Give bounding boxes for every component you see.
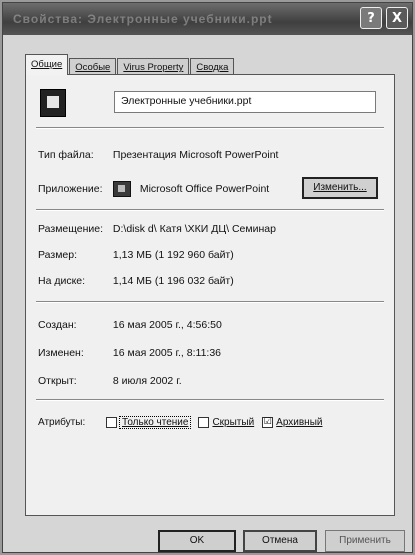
- application-label: Приложение:: [38, 182, 103, 195]
- powerpoint-app-icon: [112, 181, 131, 197]
- close-button[interactable]: X: [386, 7, 408, 29]
- window-title: Свойства: Электронные учебники.ppt: [13, 12, 273, 26]
- location-label: Размещение:: [38, 223, 104, 235]
- application-value: Microsoft Office PowerPoint: [139, 182, 270, 195]
- opened-label: Открыт:: [38, 375, 77, 387]
- tab-strip: Общие Особые Virus Property Сводка: [25, 53, 235, 75]
- change-button[interactable]: Изменить...: [302, 177, 378, 199]
- help-icon: ?: [367, 10, 375, 26]
- tab-general[interactable]: Общие: [25, 54, 69, 75]
- size-on-disk-label: На диске:: [38, 275, 86, 287]
- apply-button[interactable]: Применить: [325, 530, 405, 552]
- separator: [36, 399, 384, 401]
- archive-checkbox[interactable]: ☑ Архивный: [262, 417, 322, 428]
- separator: [36, 127, 384, 129]
- cancel-button[interactable]: Отмена: [243, 530, 317, 552]
- hidden-checkbox-box[interactable]: [198, 417, 210, 428]
- dialog-footer: OK Отмена Применить: [3, 518, 412, 552]
- opened-value: 8 июля 2002 г.: [112, 375, 182, 387]
- tab-summary[interactable]: Сводка: [190, 58, 235, 75]
- attributes-row: Атрибуты: Только чтение Скрытый ☑ Архивн…: [38, 416, 330, 429]
- modified-row: Изменен: 16 мая 2005 г., 8:11:36: [38, 347, 221, 359]
- ok-button[interactable]: OK: [158, 530, 236, 552]
- size-row: Размер: 1,13 МБ (1 192 960 байт): [38, 249, 234, 261]
- tab-custom[interactable]: Особые: [69, 58, 117, 75]
- readonly-checkbox-label: Только чтение: [118, 416, 192, 429]
- size-label: Размер:: [38, 249, 78, 261]
- file-type-row: Тип файла: Презентация Microsoft PowerPo…: [38, 149, 278, 161]
- size-value: 1,13 МБ (1 192 960 байт): [112, 249, 234, 261]
- location-value: D:\disk d\ Катя \ХКИ ДЦ\ Семинар: [112, 223, 276, 235]
- opened-row: Открыт: 8 июля 2002 г.: [38, 375, 182, 387]
- file-type-label: Тип файла:: [38, 149, 94, 161]
- created-value: 16 мая 2005 г., 4:56:50: [112, 319, 222, 331]
- help-button[interactable]: ?: [360, 7, 382, 29]
- attributes-label: Атрибуты:: [38, 417, 86, 428]
- general-panel: Электронные учебники.ppt Тип файла: През…: [25, 74, 395, 516]
- title-bar[interactable]: Свойства: Электронные учебники.ppt ? X: [3, 3, 412, 35]
- properties-dialog: Свойства: Электронные учебники.ppt ? X О…: [2, 2, 413, 553]
- created-label: Создан:: [38, 319, 77, 331]
- tab-virus-property[interactable]: Virus Property: [117, 58, 190, 75]
- size-on-disk-row: На диске: 1,14 МБ (1 196 032 байт): [38, 275, 234, 287]
- hidden-checkbox-label: Скрытый: [212, 417, 255, 428]
- separator: [36, 301, 384, 303]
- modified-label: Изменен:: [38, 347, 84, 359]
- archive-checkbox-label: Архивный: [276, 417, 323, 428]
- archive-checkbox-box[interactable]: ☑: [262, 417, 274, 428]
- close-icon: X: [391, 10, 403, 26]
- created-row: Создан: 16 мая 2005 г., 4:56:50: [38, 319, 222, 331]
- powerpoint-file-icon: [40, 89, 66, 117]
- readonly-checkbox-box[interactable]: [106, 417, 117, 428]
- modified-value: 16 мая 2005 г., 8:11:36: [112, 347, 222, 359]
- separator: [36, 209, 384, 211]
- application-row: Приложение: Microsoft Office PowerPoint: [38, 181, 269, 197]
- file-name-field[interactable]: Электронные учебники.ppt: [114, 91, 376, 113]
- location-row: Размещение: D:\disk d\ Катя \ХКИ ДЦ\ Сем…: [38, 223, 276, 235]
- size-on-disk-value: 1,14 МБ (1 196 032 байт): [112, 275, 234, 287]
- readonly-checkbox[interactable]: Только чтение: [106, 416, 192, 429]
- hidden-checkbox[interactable]: Скрытый: [198, 417, 254, 428]
- file-type-value: Презентация Microsoft PowerPoint: [112, 149, 279, 161]
